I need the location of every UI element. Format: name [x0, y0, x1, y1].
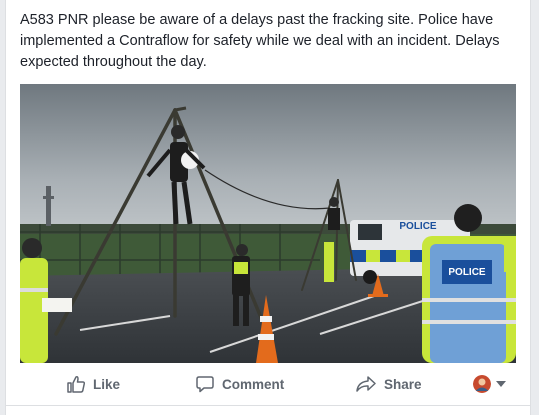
audience-selector[interactable] [473, 374, 506, 394]
speech-bubble-icon [195, 374, 215, 394]
police-van-label: POLICE [399, 221, 437, 232]
share-arrow-icon [355, 374, 377, 394]
chevron-down-icon [496, 381, 506, 387]
share-label: Share [384, 376, 422, 392]
avatar [473, 375, 491, 393]
share-button[interactable]: Share [355, 368, 422, 400]
post-photo[interactable]: POLICE POLICE [20, 84, 516, 363]
post-action-bar: Like Comment Share [6, 368, 532, 400]
post-text: A583 PNR please be aware of a delays pas… [20, 12, 500, 70]
comment-button[interactable]: Comment [195, 368, 284, 400]
protest-scene-photo: POLICE POLICE [20, 84, 516, 363]
thumbs-up-icon [66, 374, 86, 394]
post-card: A583 PNR please be aware of a delays pas… [5, 0, 531, 415]
comment-label: Comment [222, 376, 285, 392]
card-bottom-border [5, 405, 531, 406]
like-button[interactable]: Like [66, 368, 120, 400]
police-vest-label: POLICE [448, 267, 486, 278]
like-label: Like [93, 376, 121, 392]
